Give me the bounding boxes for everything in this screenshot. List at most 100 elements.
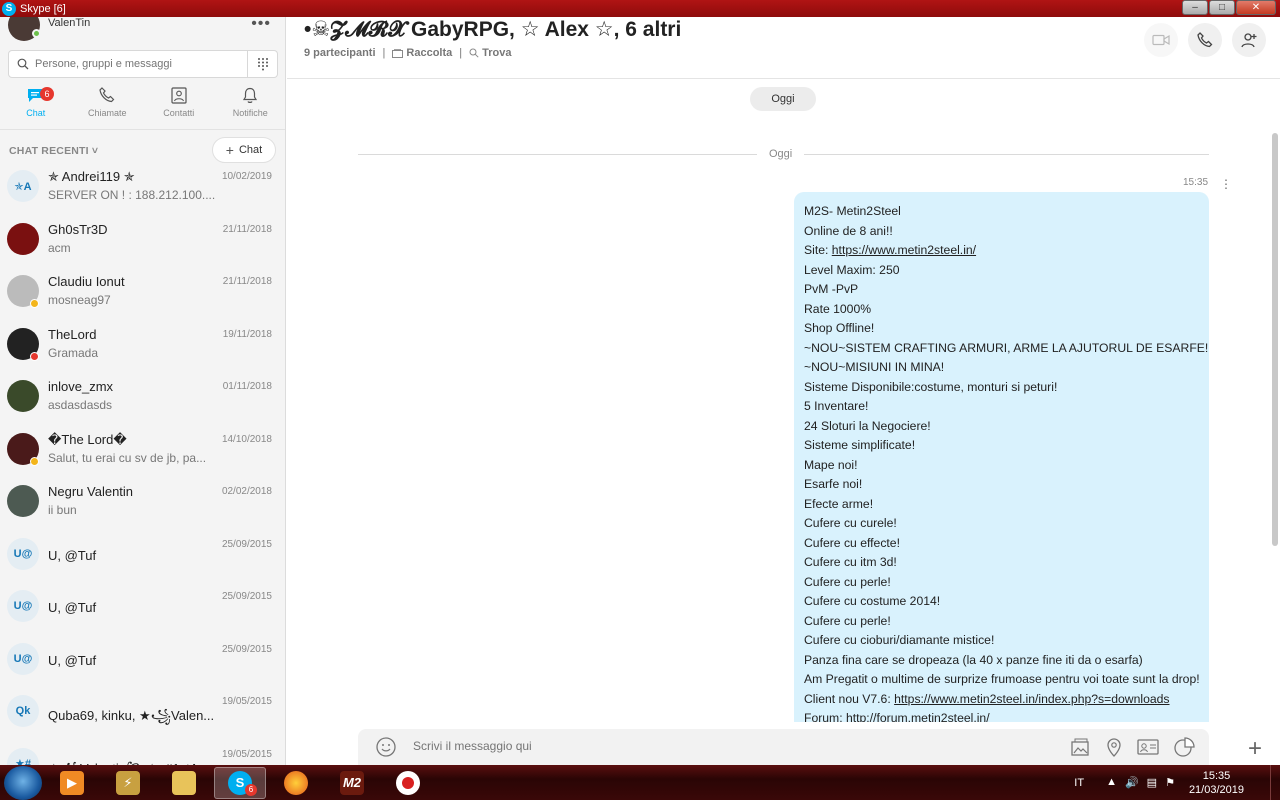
start-button[interactable] [4,765,42,800]
away-status-icon [30,456,39,466]
chat-list-item[interactable]: U@ U, @Tuf 25/09/2015 [0,589,285,642]
message-line: Site: https://www.metin2steel.in/ [804,241,1199,261]
taskbar-winamp[interactable]: ⚡ [102,767,154,799]
add-content-button[interactable]: + [1248,735,1262,763]
taskbar-recorder[interactable] [382,767,434,799]
emoji-icon[interactable] [375,736,397,758]
taskbar-metin2[interactable]: M2 [326,767,378,799]
chat-date: 01/11/2018 [222,381,272,392]
language-indicator[interactable]: IT [1074,777,1084,789]
participants-link[interactable]: 9 partecipanti [304,47,376,59]
add-people-button[interactable] [1232,23,1266,57]
header-actions [1144,23,1266,57]
chat-name: U, @Tuf [48,547,97,563]
chat-list-item[interactable]: Negru Valentin ii bun 02/02/2018 [0,484,285,537]
new-chat-button[interactable]: + Chat [212,137,276,163]
chat-list-item[interactable]: Claudiu Ionut mosneag97 21/11/2018 [0,274,285,327]
message-link[interactable]: https://www.metin2steel.in/index.php?s=d… [894,692,1169,706]
chat-list-item[interactable]: U@ U, @Tuf 25/09/2015 [0,642,285,695]
message-bubble[interactable]: M2S- Metin2Steel Online de 8 ani!! Site: h… [794,192,1209,722]
media-icon[interactable] [1069,737,1091,757]
message-line: ~NOU~SISTEM CRAFTING ARMURI, ARME LA AJU… [804,340,1209,355]
action-center-icon[interactable]: ⚑ [1165,776,1175,789]
tab-notifications[interactable]: Notifiche [215,87,286,127]
tab-chat[interactable]: 6 Chat [0,87,72,127]
contact-avatar: U@ [7,537,39,570]
search-box[interactable] [8,50,248,78]
video-camera-icon [1152,34,1170,46]
phone-icon [1197,32,1213,48]
chat-date: 02/02/2018 [221,486,272,497]
recorder-icon [396,770,420,795]
message-link[interactable]: https://www.metin2steel.in/ [832,243,976,257]
chat-list-item[interactable]: Gh0sTr3D acm 21/11/2018 [0,221,285,275]
show-desktop-button[interactable] [1270,765,1280,800]
gallery-link[interactable]: Raccolta [392,47,452,59]
message-line: Client nou V7.6: https://www.metin2steel… [804,690,1199,710]
chat-name: inlove_zmx [48,379,114,394]
message-line: Esarfe noi! [804,477,863,491]
tray-expand-icon[interactable]: ▲ [1106,776,1117,789]
chat-date: 19/11/2018 [222,328,272,340]
more-options-button[interactable]: ••• [251,17,271,33]
chat-name: ★꧁Valentin꧂★, #1stAn... [48,758,216,766]
clock-date: 21/03/2019 [1188,783,1244,796]
chat-list-item[interactable]: �The Lord� Salut, tu erai cu sv de jb, pa… [0,431,285,485]
system-clock[interactable]: 15:35 21/03/2019 [1189,769,1244,797]
message-input[interactable] [413,739,973,753]
sidebar: ValenTin ••• Persone, gruppi e messaggi … [0,17,286,765]
video-call-button[interactable] [1144,23,1178,57]
chat-list-item[interactable]: Qk Quba69, kinku, ★꧁Valen... 19/05/2015 [0,694,285,747]
minimize-button[interactable]: – [1182,0,1208,15]
taskbar-explorer[interactable] [158,767,210,799]
contact-avatar: ★# [7,747,39,765]
poll-icon[interactable] [1173,737,1195,757]
tray-icons: ▲ 🔊 ▤ ⚑ [1106,776,1175,789]
profile-name[interactable]: ValenTin [48,17,90,29]
find-link[interactable]: Trova [469,47,511,59]
skype-logo-icon: S [2,1,16,16]
media-player-icon: ▶ [60,770,84,795]
close-button[interactable]: ✕ [1236,0,1276,15]
chat-date: 10/02/2019 [221,171,272,182]
chat-name: Gh0sTr3D [48,221,108,237]
contact-card-icon[interactable] [1137,737,1159,757]
taskbar-skype[interactable]: S 6 [214,766,266,799]
scrollbar[interactable] [1272,133,1278,546]
message-more-icon[interactable]: ⋮ [1220,177,1232,191]
dialpad-button[interactable] [248,50,278,78]
chat-list-item[interactable]: inlove_zmx asdasdasds 01/11/2018 [0,379,285,432]
tab-contacts[interactable]: Contatti [143,87,215,127]
chat-name: �The Lord� [48,431,127,447]
network-icon[interactable]: ▤ [1147,776,1157,789]
contact-avatar: Qk [7,695,39,727]
chat-list-item[interactable]: U@ U, @Tuf 25/09/2015 [0,537,285,590]
contact-avatar: ✯A [7,170,39,202]
chat-name: ✯ Andrei119 ✯ [48,169,135,184]
audio-call-button[interactable] [1188,23,1222,57]
location-icon[interactable] [1105,737,1123,757]
chat-name: Claudiu Ionut [48,274,125,289]
maximize-button[interactable]: □ [1209,0,1235,15]
tab-chat-label: Chat [26,108,46,118]
message-line: ~NOU~MISIUNI IN MINA! [804,360,945,374]
chat-date: 14/10/2018 [221,433,272,445]
chat-preview: acm [48,240,71,255]
recent-chats-title[interactable]: CHAT RECENTI ˅ [9,145,98,157]
volume-icon[interactable]: 🔊 [1125,776,1139,789]
tab-calls[interactable]: Chiamate [72,87,144,127]
conversation-title[interactable]: •☠𝓩𝓜𝓡𝓧 GabyRPG, ☆ Alex ☆, 6 altri [304,17,681,42]
message-line: Sisteme simplificate! [804,438,916,452]
search-icon [469,48,479,58]
chat-list-item[interactable]: ★# ★꧁Valentin꧂★, #1stAn... 19/05/2015 [0,747,285,766]
taskbar-media-player[interactable]: ▶ [46,767,98,799]
chat-list-item[interactable]: TheLord Gramada 19/11/2018 [0,327,285,380]
composer-tools [1069,737,1195,757]
taskbar-firefox[interactable] [270,767,322,799]
chat-list-item[interactable]: ✯A ✯ Andrei119 ✯ SERVER ON ! : 188.212.100… [0,169,285,222]
message-line: 5 Inventare! [804,399,869,413]
separator: | [459,47,463,59]
message-line: M2S- Metin2Steel [804,204,901,218]
search-input[interactable] [35,58,235,70]
message-line: Cufere cu perle! [804,613,891,628]
